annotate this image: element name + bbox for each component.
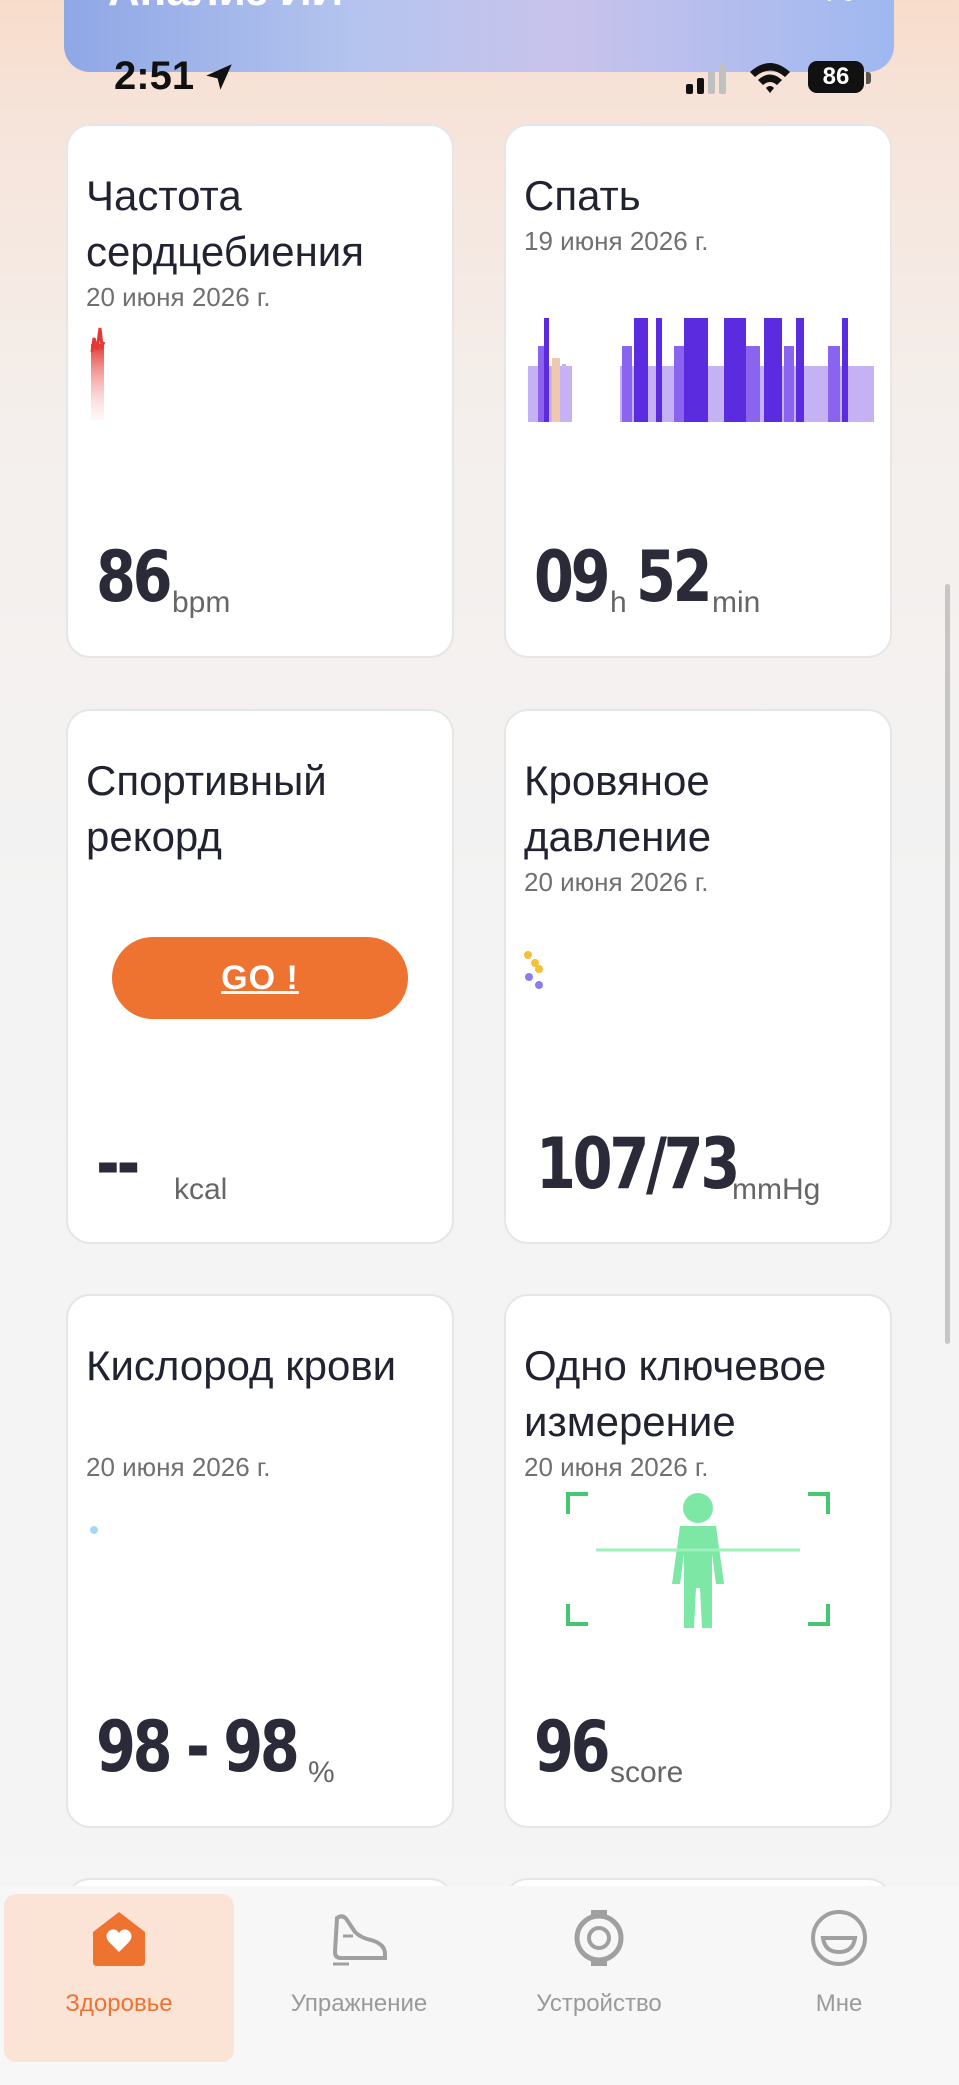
blood-pressure-value: 107/73 (536, 1123, 740, 1205)
cellular-signal-icon (686, 64, 726, 94)
nav-item-me[interactable]: Мне (724, 1894, 954, 2062)
sleep-stage-chart (528, 318, 874, 422)
status-bar: 2:51 86 (0, 50, 959, 106)
sleep-minutes-unit: min (712, 586, 761, 619)
heart-rate-mini-chart (90, 327, 106, 420)
battery-cap (866, 72, 871, 84)
blood-oxygen-card[interactable]: Кислород крови 20 июня 2026 г. 98 - 98 % (66, 1294, 454, 1828)
sleep-minutes-value: 52 (636, 536, 713, 618)
nav-item-health[interactable]: Здоровье (4, 1894, 234, 2062)
blood-pressure-unit: mmHg (732, 1173, 821, 1206)
heart-rate-card[interactable]: Частота сердцебиения 20 июня 2026 г. 86 … (66, 124, 454, 658)
watch-icon (574, 1910, 624, 1966)
one-key-measurement-unit: score (610, 1756, 684, 1789)
sleep-card[interactable]: Спать 19 июня 2026 г. 09 h 52 min (504, 124, 892, 658)
banner-right-text: % (820, 0, 856, 11)
nav-label-device: Устройство (536, 1990, 662, 2017)
sport-record-value: -- (96, 1123, 140, 1205)
sleep-hours-unit: h (610, 586, 627, 619)
nav-label-me: Мне (815, 1990, 863, 2017)
blood-oxygen-title: Кислород крови (86, 1342, 397, 1389)
home-heart-icon (93, 1912, 145, 1966)
one-key-measurement-date: 20 июня 2026 г. (524, 1452, 709, 1482)
profile-face-icon (811, 1910, 867, 1966)
one-key-measurement-card[interactable]: Одно ключевое измерение 20 июня 2026 г. … (504, 1294, 892, 1828)
blood-pressure-date: 20 июня 2026 г. (524, 867, 709, 897)
body-scan-icon (566, 1492, 830, 1628)
sport-record-title: Спортивный рекорд (86, 757, 327, 860)
location-arrow-icon (206, 64, 232, 90)
sleep-date: 19 июня 2026 г. (524, 226, 709, 256)
blood-pressure-mini-chart (524, 951, 543, 989)
status-time: 2:51 (114, 54, 195, 98)
blood-pressure-card[interactable]: Кровяное давление 20 июня 2026 г. 107/73… (504, 709, 892, 1244)
wifi-icon (750, 63, 790, 93)
blood-oxygen-date: 20 июня 2026 г. (86, 1452, 271, 1482)
sport-record-unit: kcal (174, 1173, 228, 1206)
nav-label-health: Здоровье (65, 1990, 173, 2017)
blood-oxygen-mini-chart (90, 1526, 98, 1534)
go-button[interactable]: GO ! (112, 937, 408, 1019)
heart-rate-date: 20 июня 2026 г. (86, 282, 271, 312)
blood-oxygen-value: 98 - 98 (96, 1706, 300, 1788)
banner-title: Анализ ИИ (108, 0, 343, 16)
nav-item-exercise[interactable]: Упражнение (244, 1894, 474, 2062)
one-key-measurement-title: Одно ключевое измерение (524, 1342, 827, 1445)
nav-label-exercise: Упражнение (290, 1990, 428, 2017)
heart-rate-unit: bpm (172, 586, 231, 619)
blood-oxygen-unit: % (308, 1756, 335, 1789)
bottom-navigation: Здоровье Упражнение Устройство Мне (0, 1886, 959, 2085)
one-key-measurement-value: 96 (534, 1706, 611, 1788)
blood-pressure-title: Кровяное давление (524, 757, 712, 860)
heart-rate-title: Частота сердцебиения (86, 172, 365, 275)
battery-indicator: 86 (808, 61, 864, 93)
nav-item-device[interactable]: Устройство (484, 1894, 714, 2062)
heart-rate-value: 86 (96, 536, 173, 618)
sleep-hours-value: 09 (534, 536, 611, 618)
sport-record-card[interactable]: Спортивный рекорд GO ! -- kcal (66, 709, 454, 1244)
scrollbar[interactable] (945, 584, 950, 1344)
sneaker-icon (332, 1914, 387, 1966)
sleep-title: Спать (524, 172, 641, 219)
